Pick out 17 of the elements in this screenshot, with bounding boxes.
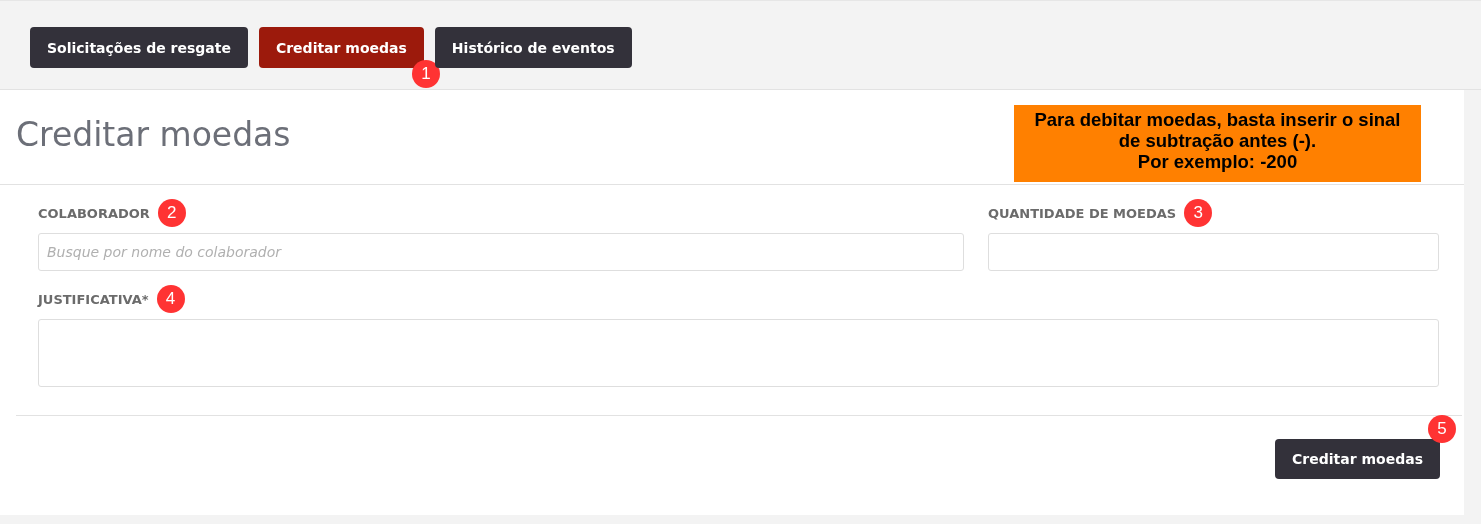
text-area[interactable] — [38, 319, 1439, 387]
number-badge: 2 — [157, 199, 186, 227]
number-badge: 3 — [1184, 199, 1213, 227]
number-badge: 4 — [156, 285, 185, 313]
submit-button[interactable]: Creditar moedas — [1275, 439, 1440, 479]
field-label: COLABORADOR — [38, 205, 150, 221]
info-note: Para debitar moedas, basta inserir o sinal de subtração antes (-). Por exemplo: -200 — [1014, 105, 1421, 182]
field-label: JUSTIFICATIVA* — [38, 291, 149, 307]
number-badge: 5 — [1428, 415, 1456, 443]
tab[interactable]: Creditar moedas — [258, 27, 424, 68]
tab[interactable]: Solicitações de resgate — [30, 27, 248, 68]
page-title: Creditar moedas — [16, 115, 291, 154]
field-label: QUANTIDADE DE MOEDAS — [988, 205, 1177, 221]
number-badge: 1 — [411, 60, 440, 88]
input-field[interactable] — [988, 233, 1439, 271]
tab[interactable]: Histórico de eventos — [434, 27, 632, 68]
input-field[interactable]: Busque por nome do colaborador — [38, 233, 964, 271]
